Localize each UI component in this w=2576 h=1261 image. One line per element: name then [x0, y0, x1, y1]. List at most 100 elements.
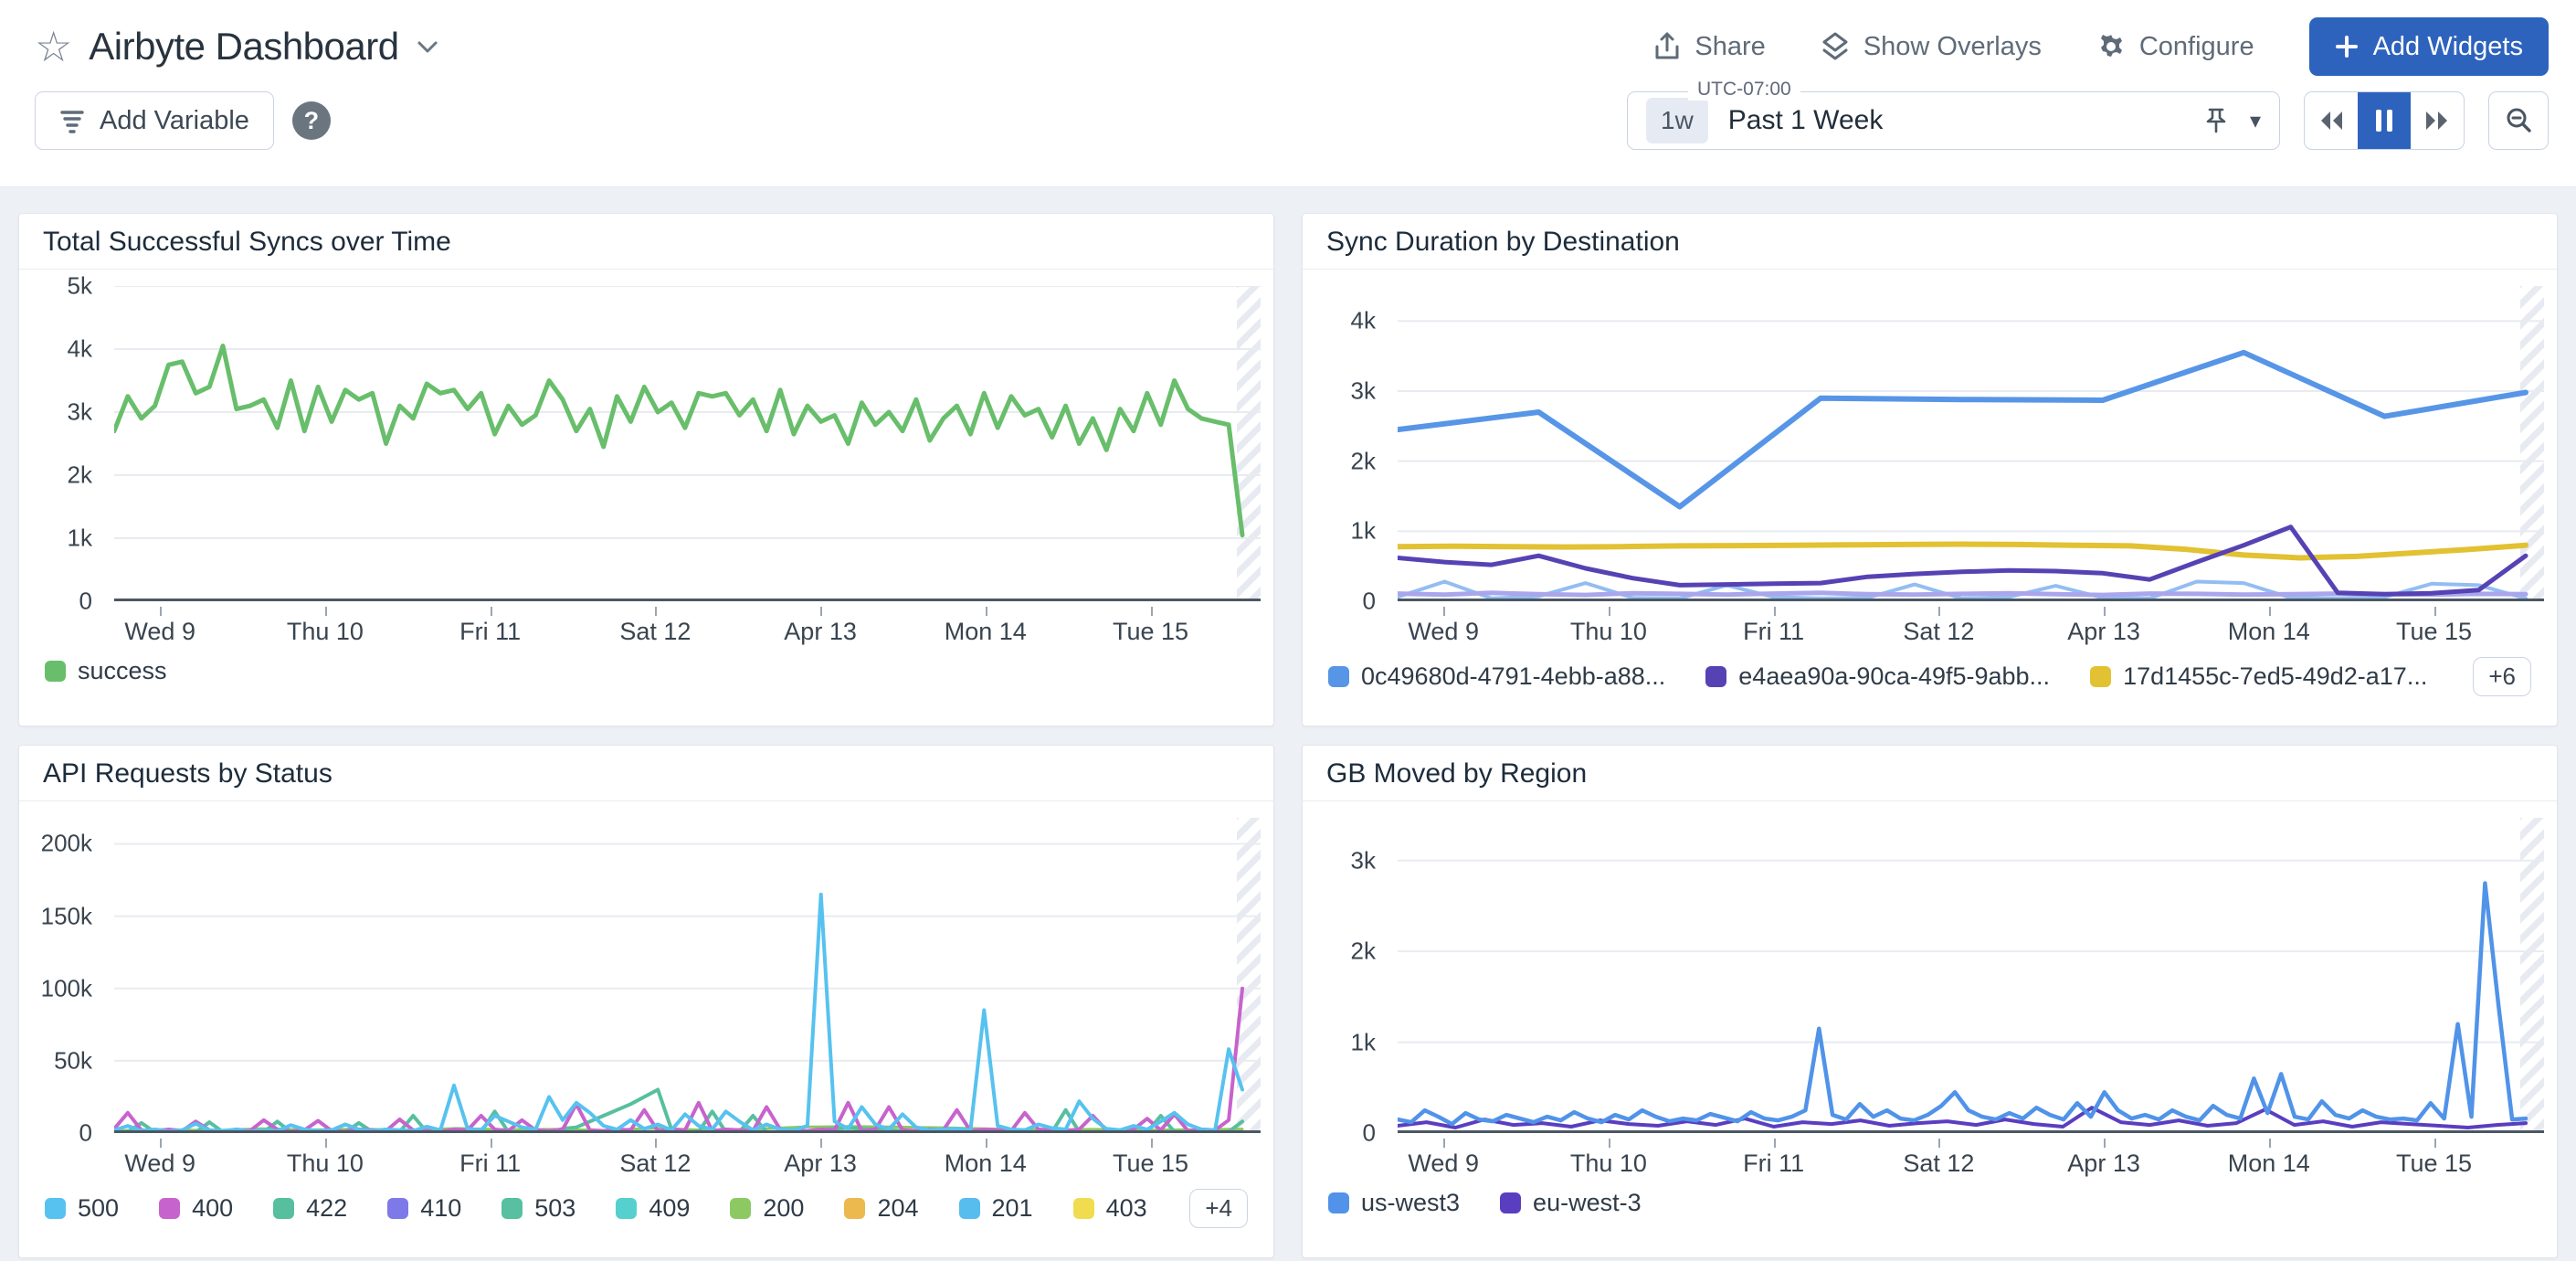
legend-label: 503: [534, 1194, 575, 1223]
y-tick-label: 0: [1363, 588, 1376, 616]
x-tick-mark: [2104, 1139, 2106, 1148]
legend-overflow-badge[interactable]: +6: [2473, 657, 2531, 696]
time-range-label[interactable]: Past 1 Week: [1728, 105, 1884, 136]
y-axis-labels: 4k3k2k1k0: [1303, 286, 1387, 601]
x-tick-label: Fri 11: [1743, 618, 1804, 646]
x-axis-labels: Wed 9Thu 10Fri 11Sat 12Apr 13Mon 14Tue 1…: [1398, 605, 2544, 649]
y-tick-label: 0: [79, 1119, 92, 1148]
zoom-out-button[interactable]: [2488, 91, 2549, 150]
x-tick-mark: [1774, 1139, 1776, 1148]
plus-icon: [2335, 35, 2359, 58]
x-tick-label: Sat 12: [619, 618, 691, 646]
x-tick-label: Wed 9: [1408, 618, 1479, 646]
legend-item[interactable]: 403: [1073, 1194, 1147, 1223]
chart-legend: 500 400 422 410 503 409 200 204 201 403 +4: [45, 1189, 1248, 1228]
legend-label: 410: [420, 1194, 461, 1223]
x-tick-mark: [325, 607, 327, 616]
time-range-picker[interactable]: UTC-07:00 1w Past 1 Week ▾: [1627, 91, 2280, 150]
legend-swatch: [1073, 1198, 1094, 1219]
x-tick-mark: [1443, 607, 1445, 616]
x-tick-mark: [986, 1139, 987, 1148]
x-tick-mark: [2269, 607, 2271, 616]
time-forward-button[interactable]: [2411, 92, 2464, 149]
time-dropdown-caret-icon[interactable]: ▾: [2250, 108, 2261, 134]
x-tick-mark: [1443, 1139, 1445, 1148]
help-icon[interactable]: ?: [292, 101, 331, 140]
legend-overflow-badge[interactable]: +4: [1189, 1189, 1248, 1228]
chart-canvas[interactable]: [1398, 818, 2544, 1133]
legend-item[interactable]: 422: [273, 1194, 347, 1223]
dashboard-header: ☆ Airbyte Dashboard Share Show Overlays …: [0, 0, 2576, 187]
legend-label: 500: [78, 1194, 119, 1223]
x-tick-label: Mon 14: [945, 618, 1027, 646]
legend-item[interactable]: success: [45, 657, 167, 685]
legend-swatch: [501, 1198, 523, 1219]
series-line: [1398, 884, 2526, 1125]
chart-plot-area[interactable]: [114, 286, 1261, 601]
x-tick-label: Apr 13: [784, 618, 857, 646]
chart-plot-area[interactable]: [114, 818, 1261, 1133]
x-tick-label: Apr 13: [2067, 618, 2140, 646]
legend-item[interactable]: 400: [159, 1194, 233, 1223]
favorite-star-icon[interactable]: ☆: [35, 26, 72, 68]
legend-swatch: [159, 1198, 180, 1219]
legend-label: 17d1455c-7ed5-49d2-a17...: [2123, 662, 2427, 691]
x-tick-label: Thu 10: [287, 1150, 364, 1178]
legend-label: 201: [992, 1194, 1033, 1223]
future-hatch-band: [2520, 818, 2544, 1131]
time-preset-chip[interactable]: 1w: [1646, 98, 1708, 143]
legend-label: 409: [649, 1194, 690, 1223]
show-overlays-button[interactable]: Show Overlays: [1821, 32, 2042, 62]
legend-item[interactable]: us-west3: [1328, 1189, 1460, 1217]
y-tick-label: 0: [79, 588, 92, 616]
title-chevron-down-icon[interactable]: [416, 39, 439, 60]
legend-item[interactable]: 201: [959, 1194, 1033, 1223]
legend-label: 200: [763, 1194, 804, 1223]
header-actions: Share Show Overlays Configure Add Widget…: [1653, 17, 2549, 76]
legend-item[interactable]: 410: [387, 1194, 461, 1223]
legend-item[interactable]: 200: [730, 1194, 804, 1223]
legend-swatch: [387, 1198, 408, 1219]
chart-plot-area[interactable]: [1398, 818, 2544, 1133]
x-tick-label: Sat 12: [619, 1150, 691, 1178]
add-widgets-button[interactable]: Add Widgets: [2309, 17, 2549, 76]
x-tick-label: Thu 10: [287, 618, 364, 646]
legend-swatch: [2090, 666, 2111, 687]
gear-icon: [2096, 32, 2126, 61]
y-tick-label: 1k: [1351, 517, 1376, 546]
chart-canvas[interactable]: [114, 286, 1261, 601]
time-pause-button[interactable]: [2358, 92, 2411, 149]
pin-icon[interactable]: [2204, 107, 2228, 134]
chart-plot-area[interactable]: [1398, 286, 2544, 601]
y-tick-label: 3k: [1351, 377, 1376, 406]
legend-item[interactable]: 500: [45, 1194, 119, 1223]
legend-swatch: [45, 661, 66, 682]
series-line: [114, 895, 1242, 1132]
y-tick-label: 2k: [1351, 447, 1376, 475]
legend-swatch: [616, 1198, 637, 1219]
chart-canvas[interactable]: [114, 818, 1261, 1133]
legend-item[interactable]: eu-west-3: [1500, 1189, 1642, 1217]
x-tick-mark: [986, 607, 987, 616]
legend-item[interactable]: 17d1455c-7ed5-49d2-a17...: [2090, 662, 2427, 691]
configure-button[interactable]: Configure: [2096, 32, 2254, 62]
page-title[interactable]: Airbyte Dashboard: [89, 25, 398, 69]
y-tick-label: 1k: [68, 525, 92, 553]
legend-item[interactable]: 204: [844, 1194, 918, 1223]
share-button[interactable]: Share: [1653, 32, 1765, 62]
x-tick-label: Wed 9: [1408, 1150, 1479, 1178]
chart-canvas[interactable]: [1398, 286, 2544, 601]
add-variable-button[interactable]: Add Variable: [35, 91, 274, 150]
legend-item[interactable]: e4aea90a-90ca-49f5-9abb...: [1705, 662, 2050, 691]
y-tick-label: 4k: [1351, 307, 1376, 335]
legend-label: 422: [306, 1194, 347, 1223]
time-back-button[interactable]: [2305, 92, 2358, 149]
legend-item[interactable]: 503: [501, 1194, 575, 1223]
chart-legend: success: [45, 657, 1248, 685]
x-tick-mark: [820, 1139, 822, 1148]
x-tick-mark: [2104, 607, 2106, 616]
x-tick-label: Fri 11: [1743, 1150, 1804, 1178]
legend-item[interactable]: 409: [616, 1194, 690, 1223]
legend-item[interactable]: 0c49680d-4791-4ebb-a88...: [1328, 662, 1665, 691]
time-nav-group: [2304, 91, 2465, 150]
